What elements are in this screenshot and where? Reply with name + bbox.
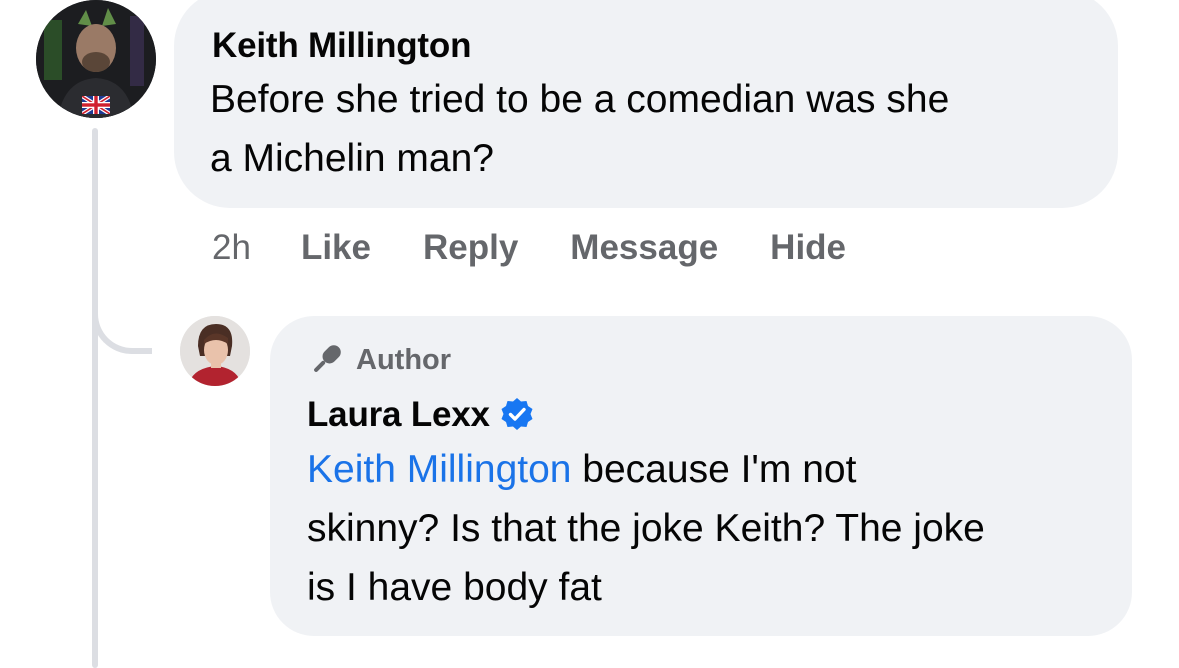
thread-connector <box>92 258 152 354</box>
verified-badge-icon <box>501 397 533 430</box>
comment-actions: 2h Like Reply Message Hide <box>212 226 898 270</box>
author-badge: Author <box>306 340 451 380</box>
avatar-keith[interactable] <box>36 0 156 118</box>
message-button[interactable]: Message <box>570 228 718 268</box>
reply-author-name[interactable]: Laura Lexx <box>307 395 534 435</box>
reply-text-line-1-rest: because I'm not <box>571 448 857 491</box>
avatar-laura[interactable] <box>180 316 250 386</box>
comment-timestamp[interactable]: 2h <box>212 228 251 268</box>
reply-text-line-2: skinny? Is that the joke Keith? The joke <box>307 507 985 550</box>
comment-author-name[interactable]: Keith Millington <box>212 26 471 66</box>
thread-line <box>92 128 98 668</box>
hide-button[interactable]: Hide <box>770 228 846 268</box>
uk-flag-icon <box>82 96 110 114</box>
reply-text-line-1: Keith Millington because I'm not <box>307 440 856 499</box>
mention-link[interactable]: Keith Millington <box>307 448 571 491</box>
author-badge-label: Author <box>356 343 452 376</box>
reply-author-label[interactable]: Laura Lexx <box>307 395 490 434</box>
comment-text-line-2: a Michelin man? <box>210 137 494 180</box>
reply-button[interactable]: Reply <box>423 228 518 268</box>
microphone-icon <box>314 345 341 372</box>
comment-text-line-1: Before she tried to be a comedian was sh… <box>210 78 950 121</box>
profile-photo <box>180 316 250 386</box>
reply-text-line-3: is I have body fat <box>307 566 602 609</box>
like-button[interactable]: Like <box>301 228 371 268</box>
